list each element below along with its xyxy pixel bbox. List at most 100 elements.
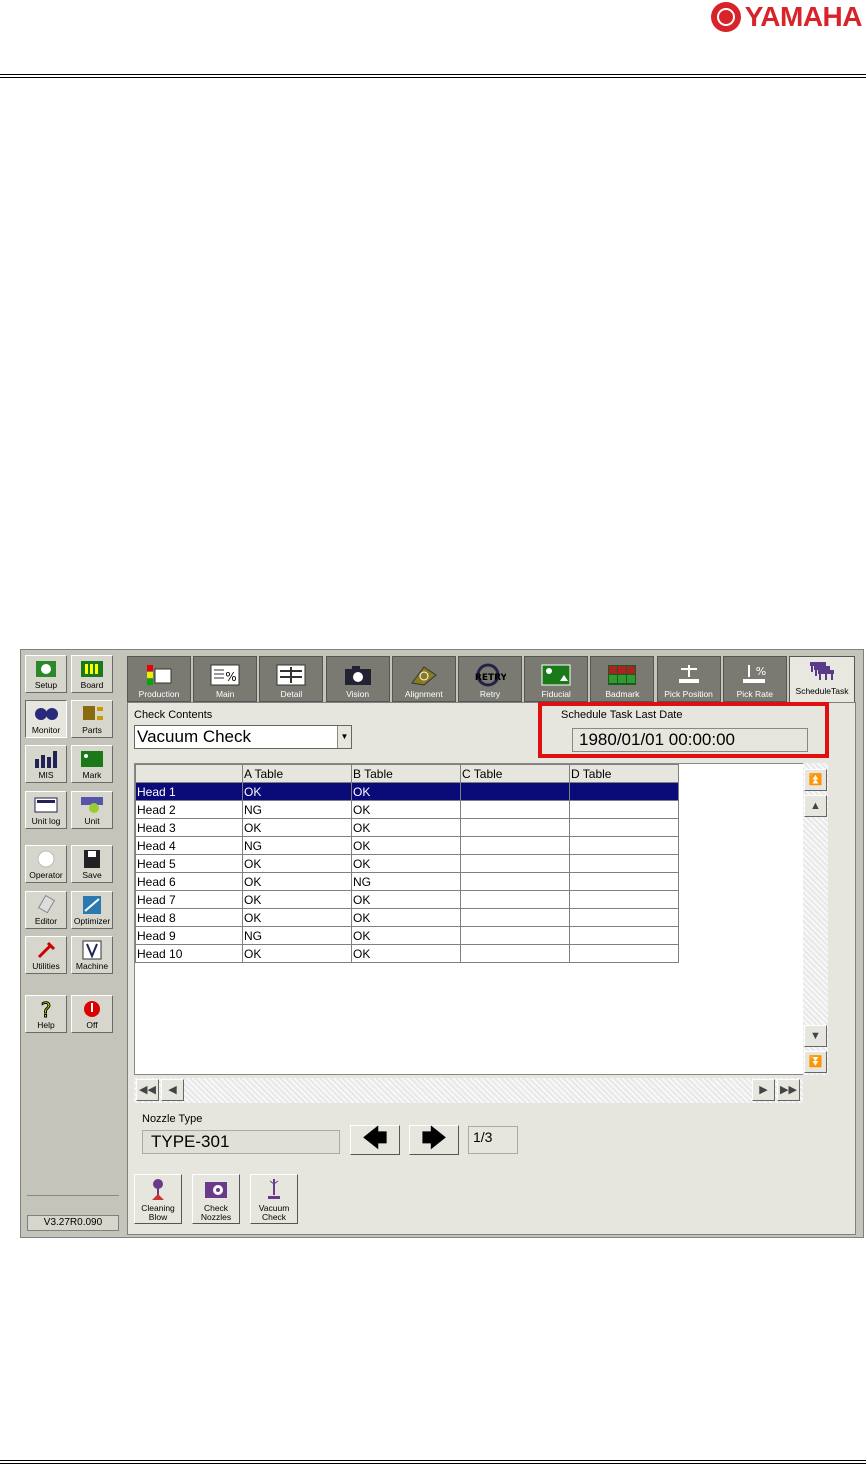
tab-fiducial[interactable]: Fiducial xyxy=(524,656,589,702)
check-nozzles-button[interactable]: Check Nozzles xyxy=(192,1174,240,1224)
table-cell[interactable]: NG xyxy=(242,836,352,855)
table-cell[interactable]: OK xyxy=(351,926,461,945)
previous-nozzle-button[interactable]: 🡄 xyxy=(350,1125,400,1155)
row-header-cell[interactable]: Head 5 xyxy=(135,854,243,873)
table-cell[interactable] xyxy=(460,800,570,819)
sidebar-optimizer-button[interactable]: Optimizer xyxy=(71,891,113,929)
column-header[interactable]: B Table xyxy=(351,764,461,783)
table-row[interactable]: Head 10 OK OK xyxy=(135,944,679,963)
table-cell[interactable] xyxy=(460,926,570,945)
sidebar-operator-button[interactable]: Operator xyxy=(25,845,67,883)
tab-vision[interactable]: Vision xyxy=(325,656,390,702)
sidebar-board-button[interactable]: Board xyxy=(71,655,113,693)
table-cell[interactable]: OK xyxy=(242,782,352,801)
column-header[interactable] xyxy=(135,764,243,783)
next-nozzle-button[interactable]: 🡆 xyxy=(409,1125,459,1155)
sidebar-off-button[interactable]: Off xyxy=(71,995,113,1033)
tab-alignment[interactable]: Alignment xyxy=(391,656,456,702)
sidebar-parts-button[interactable]: Parts xyxy=(71,700,113,738)
table-cell[interactable] xyxy=(569,836,679,855)
table-cell[interactable] xyxy=(460,836,570,855)
table-cell[interactable] xyxy=(460,872,570,891)
scroll-down-icon[interactable]: ▼ xyxy=(804,1025,827,1047)
table-row[interactable]: Head 1 OK OK xyxy=(135,782,679,801)
table-cell[interactable]: NG xyxy=(242,926,352,945)
row-header-cell[interactable]: Head 6 xyxy=(135,872,243,891)
table-row[interactable]: Head 7 OK OK xyxy=(135,890,679,909)
row-header-cell[interactable]: Head 8 xyxy=(135,908,243,927)
table-cell[interactable] xyxy=(460,890,570,909)
sidebar-editor-button[interactable]: Editor xyxy=(25,891,67,929)
table-cell[interactable]: NG xyxy=(351,872,461,891)
cleaning-blow-button[interactable]: Cleaning Blow xyxy=(134,1174,182,1224)
table-cell[interactable]: OK xyxy=(351,854,461,873)
table-cell[interactable]: OK xyxy=(351,908,461,927)
table-cell[interactable] xyxy=(569,926,679,945)
table-row[interactable]: Head 2 NG OK xyxy=(135,800,679,819)
table-cell[interactable] xyxy=(569,908,679,927)
row-header-cell[interactable]: Head 1 xyxy=(135,782,243,801)
table-cell[interactable]: OK xyxy=(351,890,461,909)
scroll-bottom-icon[interactable]: ⏬ xyxy=(804,1051,827,1073)
table-cell[interactable]: OK xyxy=(351,836,461,855)
scroll-right-icon[interactable]: ▶ xyxy=(752,1079,775,1101)
vacuum-check-button[interactable]: Vacuum Check xyxy=(250,1174,298,1224)
table-cell[interactable]: OK xyxy=(351,944,461,963)
scroll-last-icon[interactable]: ▶▶ xyxy=(777,1079,800,1101)
tab-pick-rate[interactable]: % Pick Rate xyxy=(722,656,787,702)
table-cell[interactable]: OK xyxy=(351,800,461,819)
column-header[interactable]: C Table xyxy=(460,764,570,783)
table-cell[interactable] xyxy=(569,944,679,963)
column-header[interactable]: A Table xyxy=(242,764,352,783)
tab-main[interactable]: % Main xyxy=(193,656,258,702)
table-cell[interactable] xyxy=(460,854,570,873)
table-row[interactable]: Head 6 OK NG xyxy=(135,872,679,891)
scroll-left-icon[interactable]: ◀ xyxy=(161,1079,184,1101)
sidebar-unit-button[interactable]: Unit xyxy=(71,791,113,829)
table-row[interactable]: Head 4 NG OK xyxy=(135,836,679,855)
row-header-cell[interactable]: Head 2 xyxy=(135,800,243,819)
sidebar-setup-button[interactable]: Setup xyxy=(25,655,67,693)
dropdown-arrow-icon[interactable]: ▼ xyxy=(337,726,351,748)
table-row[interactable]: Head 3 OK OK xyxy=(135,818,679,837)
sidebar-help-button[interactable]: ? Help xyxy=(25,995,67,1033)
table-cell[interactable]: OK xyxy=(242,944,352,963)
table-row[interactable]: Head 5 OK OK xyxy=(135,854,679,873)
tab-scheduletask[interactable]: ScheduleTask xyxy=(789,656,855,704)
row-header-cell[interactable]: Head 3 xyxy=(135,818,243,837)
sidebar-save-button[interactable]: Save xyxy=(71,845,113,883)
sidebar-mark-button[interactable]: Mark xyxy=(71,745,113,783)
table-cell[interactable] xyxy=(569,890,679,909)
sidebar-mis-button[interactable]: MIS xyxy=(25,745,67,783)
table-cell[interactable] xyxy=(460,782,570,801)
table-cell[interactable] xyxy=(460,944,570,963)
column-header[interactable]: D Table xyxy=(569,764,679,783)
table-cell[interactable]: OK xyxy=(242,890,352,909)
table-cell[interactable]: OK xyxy=(351,782,461,801)
tab-detail[interactable]: Detail xyxy=(259,656,324,702)
tab-production[interactable]: Production xyxy=(127,656,191,702)
tab-retry[interactable]: RETRY Retry xyxy=(458,656,522,702)
check-contents-select[interactable]: Vacuum Check ▼ xyxy=(134,725,352,749)
scroll-up-icon[interactable]: ▲ xyxy=(804,795,827,817)
table-cell[interactable] xyxy=(569,854,679,873)
table-cell[interactable] xyxy=(569,782,679,801)
table-cell[interactable]: OK xyxy=(242,818,352,837)
sidebar-utilities-button[interactable]: Utilities xyxy=(25,936,67,974)
table-cell[interactable] xyxy=(460,818,570,837)
vertical-scrollbar[interactable]: ⏫ ▲ ▼ ⏬ xyxy=(803,763,828,1075)
table-cell[interactable] xyxy=(569,818,679,837)
scroll-first-icon[interactable]: ◀◀ xyxy=(136,1079,159,1101)
tab-badmark[interactable]: Badmark xyxy=(590,656,655,702)
table-cell[interactable]: OK xyxy=(242,872,352,891)
table-row[interactable]: Head 8 OK OK xyxy=(135,908,679,927)
table-cell[interactable] xyxy=(569,800,679,819)
row-header-cell[interactable]: Head 10 xyxy=(135,944,243,963)
sidebar-unit-log-button[interactable]: Unit log xyxy=(25,791,67,829)
row-header-cell[interactable]: Head 9 xyxy=(135,926,243,945)
table-cell[interactable]: NG xyxy=(242,800,352,819)
tab-pick-position[interactable]: Pick Position xyxy=(656,656,721,702)
scroll-top-icon[interactable]: ⏫ xyxy=(804,769,827,791)
table-cell[interactable]: OK xyxy=(242,854,352,873)
sidebar-monitor-button[interactable]: Monitor xyxy=(25,700,67,738)
